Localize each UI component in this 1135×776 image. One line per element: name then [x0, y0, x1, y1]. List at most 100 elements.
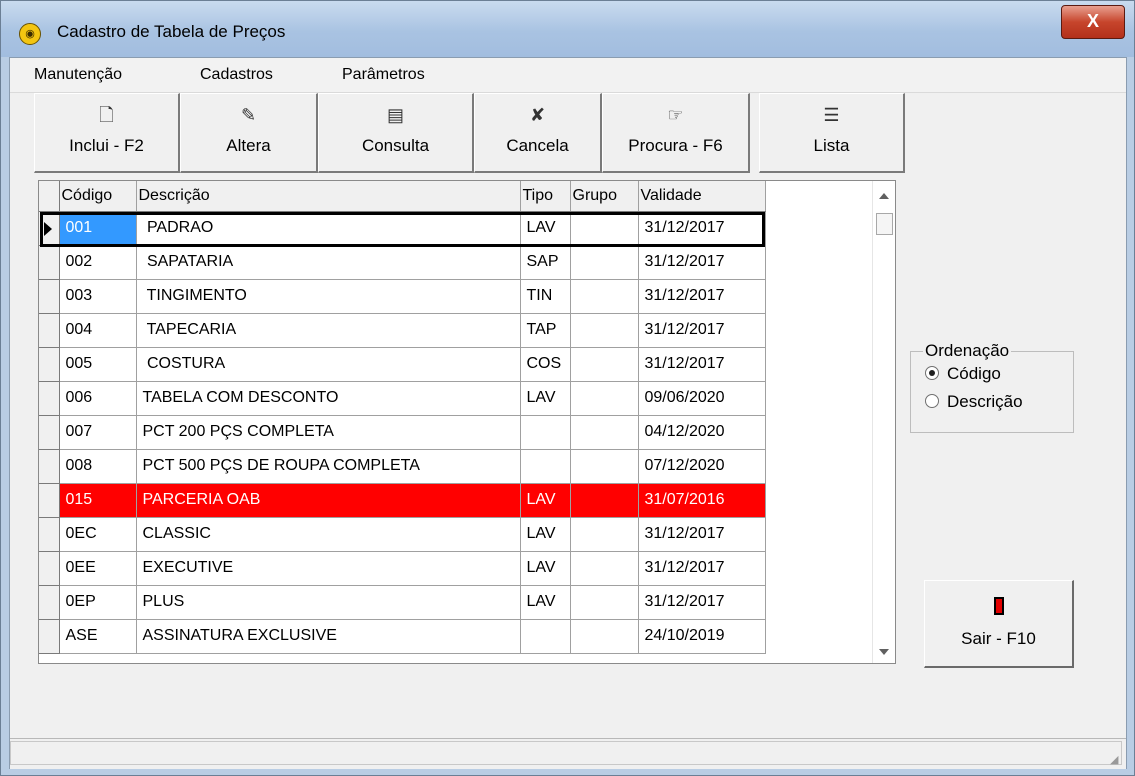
- cell-descricao[interactable]: SAPATARIA: [136, 245, 521, 280]
- cell-descricao[interactable]: PADRAO: [136, 211, 521, 246]
- cell-grupo[interactable]: [570, 551, 639, 586]
- inclui-button[interactable]: 🗋 Inclui - F2: [34, 93, 180, 173]
- cell-validade[interactable]: 24/10/2019: [638, 619, 766, 654]
- cell-validade[interactable]: 31/12/2017: [638, 313, 766, 348]
- grid-vertical-scrollbar[interactable]: [872, 181, 895, 663]
- cell-codigo[interactable]: 008: [59, 449, 137, 484]
- cell-validade[interactable]: 31/12/2017: [638, 347, 766, 382]
- cell-validade[interactable]: 07/12/2020: [638, 449, 766, 484]
- cell-tipo[interactable]: [520, 415, 571, 450]
- cell-grupo[interactable]: [570, 619, 639, 654]
- table-row[interactable]: 007 PCT 200 PÇS COMPLETA 04/12/2020: [39, 415, 766, 450]
- cell-descricao[interactable]: TABELA COM DESCONTO: [136, 381, 521, 416]
- cell-codigo[interactable]: 006: [59, 381, 137, 416]
- cell-descricao[interactable]: PCT 500 PÇS DE ROUPA COMPLETA: [136, 449, 521, 484]
- cell-tipo[interactable]: [520, 449, 571, 484]
- cell-grupo[interactable]: [570, 347, 639, 382]
- cell-tipo[interactable]: LAV: [520, 211, 571, 246]
- col-header-grupo[interactable]: Grupo: [570, 181, 639, 212]
- scroll-thumb[interactable]: [876, 213, 893, 235]
- price-table-grid[interactable]: Código Descrição Tipo Grupo Validade 001…: [38, 180, 896, 664]
- row-indicator[interactable]: [39, 279, 60, 314]
- cell-codigo[interactable]: 002: [59, 245, 137, 280]
- table-row[interactable]: ASE ASSINATURA EXCLUSIVE 24/10/2019: [39, 619, 766, 654]
- cell-validade[interactable]: 09/06/2020: [638, 381, 766, 416]
- table-row[interactable]: 005 COSTURA COS 31/12/2017: [39, 347, 766, 382]
- menu-cadastros[interactable]: Cadastros: [200, 66, 273, 84]
- table-row[interactable]: 001 PADRAO LAV 31/12/2017: [39, 211, 766, 246]
- table-row[interactable]: 008 PCT 500 PÇS DE ROUPA COMPLETA 07/12/20…: [39, 449, 766, 484]
- altera-button[interactable]: ✎ Altera: [180, 93, 318, 173]
- row-indicator[interactable]: [39, 211, 60, 246]
- row-indicator[interactable]: [39, 551, 60, 586]
- table-row[interactable]: 006 TABELA COM DESCONTO LAV 09/06/2020: [39, 381, 766, 416]
- table-row[interactable]: 0EE EXECUTIVE LAV 31/12/2017: [39, 551, 766, 586]
- row-indicator[interactable]: [39, 585, 60, 620]
- cancela-button[interactable]: ✘ Cancela: [474, 93, 602, 173]
- cell-grupo[interactable]: [570, 279, 639, 314]
- table-row[interactable]: 0EC CLASSIC LAV 31/12/2017: [39, 517, 766, 552]
- table-row[interactable]: 004 TAPECARIA TAP 31/12/2017: [39, 313, 766, 348]
- cell-descricao[interactable]: TAPECARIA: [136, 313, 521, 348]
- menu-manutencao[interactable]: Manutenção: [34, 66, 122, 84]
- row-indicator[interactable]: [39, 517, 60, 552]
- row-indicator[interactable]: [39, 483, 60, 518]
- cell-descricao[interactable]: COSTURA: [136, 347, 521, 382]
- table-row[interactable]: 015 PARCERIA OAB LAV 31/07/2016: [39, 483, 766, 518]
- cell-grupo[interactable]: [570, 381, 639, 416]
- row-indicator[interactable]: [39, 449, 60, 484]
- cell-codigo[interactable]: 003: [59, 279, 137, 314]
- row-indicator[interactable]: [39, 245, 60, 280]
- cell-tipo[interactable]: LAV: [520, 551, 571, 586]
- scroll-up-icon[interactable]: [879, 193, 889, 199]
- cell-grupo[interactable]: [570, 483, 639, 518]
- cell-tipo[interactable]: SAP: [520, 245, 571, 280]
- cell-codigo[interactable]: 0EP: [59, 585, 137, 620]
- table-row[interactable]: 003 TINGIMENTO TIN 31/12/2017: [39, 279, 766, 314]
- radio-descricao-indicator[interactable]: [925, 394, 939, 408]
- cell-tipo[interactable]: LAV: [520, 381, 571, 416]
- cell-descricao[interactable]: PARCERIA OAB: [136, 483, 521, 518]
- cell-validade[interactable]: 31/07/2016: [638, 483, 766, 518]
- consulta-button[interactable]: ▤ Consulta: [318, 93, 474, 173]
- scroll-down-icon[interactable]: [879, 649, 889, 655]
- table-row[interactable]: 002 SAPATARIA SAP 31/12/2017: [39, 245, 766, 280]
- menu-parametros[interactable]: Parâmetros: [342, 66, 425, 84]
- table-row[interactable]: 0EP PLUS LAV 31/12/2017: [39, 585, 766, 620]
- radio-codigo[interactable]: Código: [925, 364, 1001, 384]
- radio-descricao[interactable]: Descrição: [925, 392, 1023, 412]
- cell-validade[interactable]: 31/12/2017: [638, 585, 766, 620]
- close-button[interactable]: X: [1061, 5, 1125, 39]
- col-header-validade[interactable]: Validade: [638, 181, 766, 212]
- cell-codigo[interactable]: 004: [59, 313, 137, 348]
- cell-descricao[interactable]: PCT 200 PÇS COMPLETA: [136, 415, 521, 450]
- cell-grupo[interactable]: [570, 517, 639, 552]
- cell-codigo[interactable]: 0EC: [59, 517, 137, 552]
- col-header-descricao[interactable]: Descrição: [136, 181, 521, 212]
- cell-validade[interactable]: 31/12/2017: [638, 279, 766, 314]
- cell-validade[interactable]: 31/12/2017: [638, 211, 766, 246]
- cell-grupo[interactable]: [570, 415, 639, 450]
- cell-descricao[interactable]: EXECUTIVE: [136, 551, 521, 586]
- row-indicator[interactable]: [39, 381, 60, 416]
- cell-grupo[interactable]: [570, 245, 639, 280]
- cell-codigo[interactable]: ASE: [59, 619, 137, 654]
- radio-codigo-indicator[interactable]: [925, 366, 939, 380]
- resize-grip-icon[interactable]: ◢: [1110, 753, 1124, 767]
- cell-descricao[interactable]: CLASSIC: [136, 517, 521, 552]
- col-header-tipo[interactable]: Tipo: [520, 181, 571, 212]
- cell-tipo[interactable]: TAP: [520, 313, 571, 348]
- cell-tipo[interactable]: TIN: [520, 279, 571, 314]
- row-indicator[interactable]: [39, 313, 60, 348]
- row-indicator[interactable]: [39, 619, 60, 654]
- cell-validade[interactable]: 04/12/2020: [638, 415, 766, 450]
- sair-button[interactable]: Sair - F10: [924, 580, 1074, 668]
- cell-grupo[interactable]: [570, 211, 639, 246]
- procura-button[interactable]: ☞ Procura - F6: [602, 93, 750, 173]
- cell-tipo[interactable]: [520, 619, 571, 654]
- row-indicator[interactable]: [39, 415, 60, 450]
- row-indicator[interactable]: [39, 347, 60, 382]
- cell-codigo[interactable]: 005: [59, 347, 137, 382]
- cell-validade[interactable]: 31/12/2017: [638, 245, 766, 280]
- cell-codigo[interactable]: 015: [59, 483, 137, 518]
